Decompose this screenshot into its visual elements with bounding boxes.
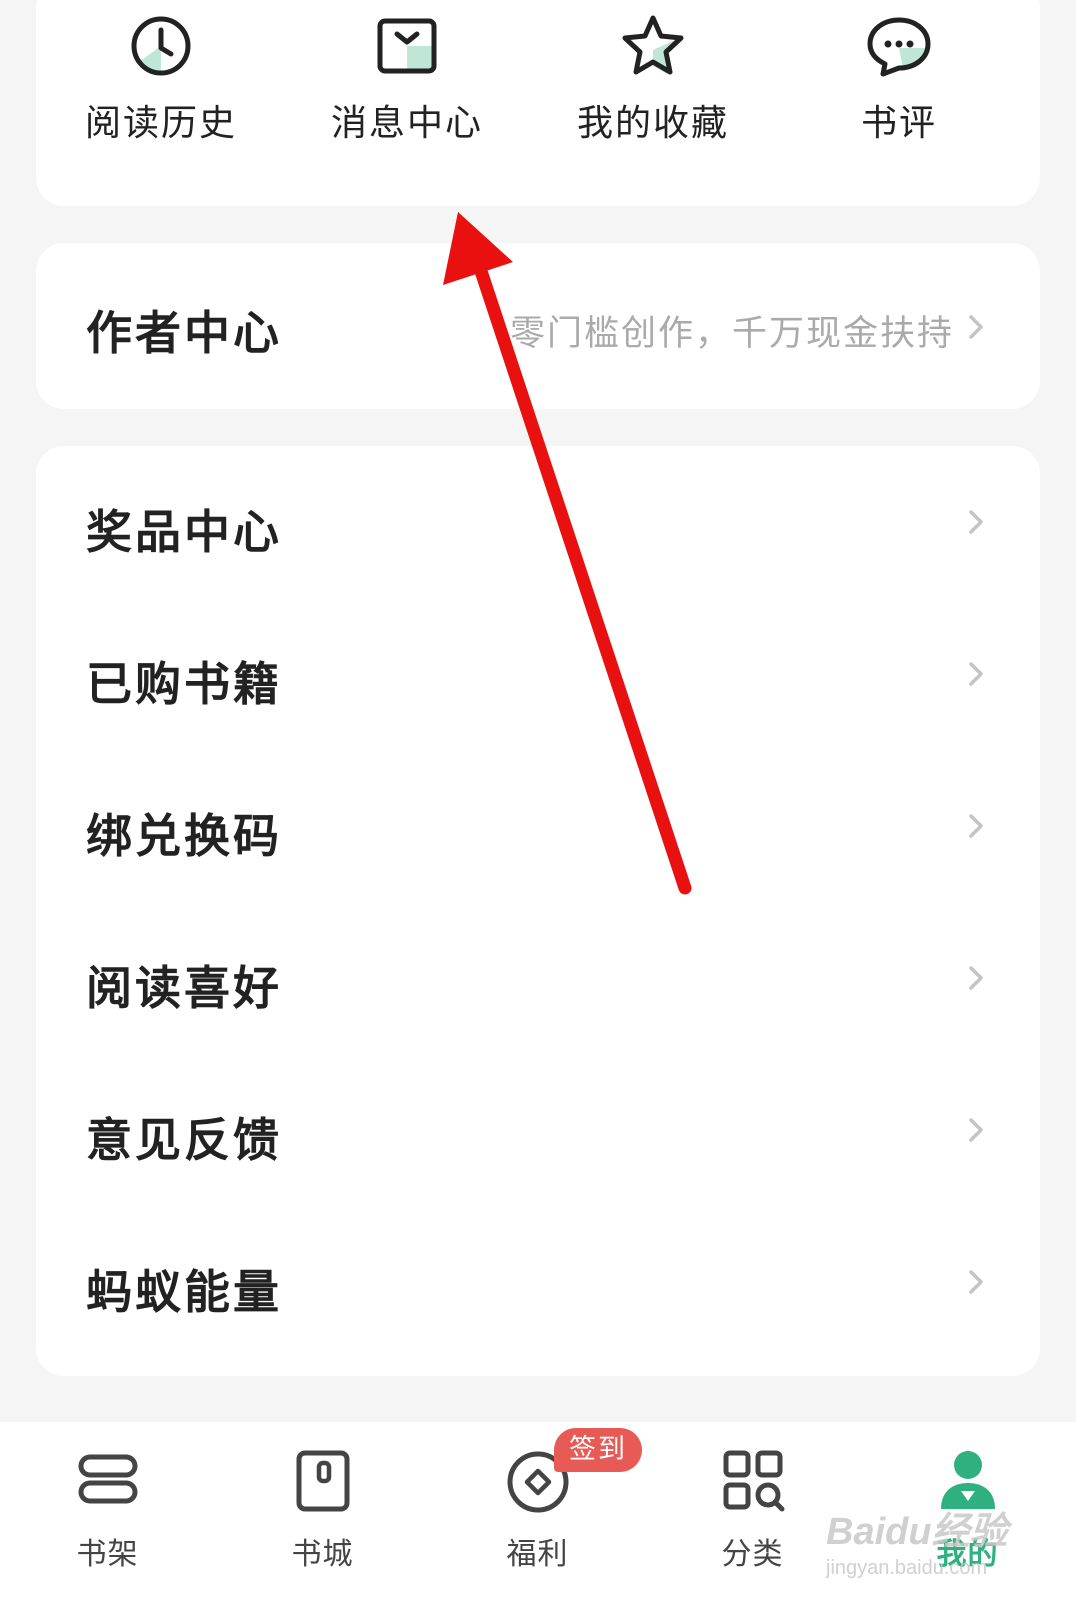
menu-card: 奖品中心 已购书籍 绑兑换码 阅读喜好 意见反馈 蚂蚁能量: [36, 446, 1040, 1376]
my-favorites-label: 我的收藏: [576, 103, 729, 144]
nav-label: 分类: [721, 1537, 784, 1572]
message-icon: [377, 18, 437, 74]
book-review-label: 书评: [860, 103, 937, 144]
chevron-right-icon: [969, 966, 983, 990]
menu-item-label: 奖品中心: [86, 505, 282, 559]
menu-item-feedback[interactable]: 意见反馈: [36, 1054, 1040, 1206]
nav-label: 书城: [291, 1537, 354, 1572]
chevron-right-icon: [969, 662, 983, 686]
nav-tab-bookshelf[interactable]: 书架: [0, 1442, 215, 1592]
nav-tab-bookstore[interactable]: 书城: [215, 1442, 430, 1592]
chevron-right-icon: [969, 510, 983, 534]
menu-item-label: 意见反馈: [86, 1113, 282, 1167]
star-icon: [622, 15, 684, 75]
nav-tab-category[interactable]: 分类: [645, 1442, 860, 1592]
message-center-label: 消息中心: [330, 103, 483, 144]
author-center-subtitle: 零门槛创作，千万现金扶持: [509, 314, 954, 354]
nav-label: 福利: [506, 1537, 569, 1572]
reading-history-button[interactable]: 阅读历史: [36, 0, 286, 200]
bookstore-icon: [296, 1450, 349, 1512]
nav-tab-profile[interactable]: 我的: [860, 1442, 1075, 1592]
reading-history-label: 阅读历史: [84, 103, 237, 144]
category-grid-icon: [723, 1450, 784, 1512]
menu-item-ant-energy[interactable]: 蚂蚁能量: [36, 1206, 1040, 1358]
nav-label: 书架: [76, 1537, 139, 1572]
clock-icon: [131, 16, 191, 76]
message-center-button[interactable]: 消息中心: [282, 0, 532, 200]
author-center-title: 作者中心: [86, 306, 282, 360]
menu-item-purchased-books[interactable]: 已购书籍: [36, 598, 1040, 750]
nav-label: 我的: [936, 1537, 999, 1572]
menu-item-label: 绑兑换码: [86, 809, 282, 863]
book-review-button[interactable]: 书评: [774, 0, 1024, 200]
profile-icon: [940, 1451, 995, 1509]
chevron-right-icon: [969, 1118, 983, 1142]
chevron-right-icon: [969, 814, 983, 838]
menu-item-label: 已购书籍: [86, 657, 282, 711]
menu-item-label: 蚂蚁能量: [86, 1265, 282, 1319]
my-favorites-button[interactable]: 我的收藏: [528, 0, 778, 200]
chevron-right-icon: [969, 1270, 983, 1294]
chevron-right-icon: [969, 315, 983, 339]
author-center-row[interactable]: 作者中心 零门槛创作，千万现金扶持: [36, 243, 1040, 409]
quick-access-card: 阅读历史 消息中心 我的收藏 书评: [36, 0, 1040, 206]
profile-page: 阅读历史 消息中心 我的收藏 书评 作者中心 零门槛创作，千万现金扶持 奖品中心…: [0, 0, 1076, 1600]
menu-item-redeem-code[interactable]: 绑兑换码: [36, 750, 1040, 902]
menu-item-label: 阅读喜好: [86, 961, 282, 1015]
bookshelf-icon: [78, 1454, 137, 1504]
menu-item-reading-preferences[interactable]: 阅读喜好: [36, 902, 1040, 1054]
menu-item-prize-center[interactable]: 奖品中心: [36, 446, 1040, 598]
bottom-nav: 书架 书城 福利 分类 我的: [0, 1422, 1076, 1600]
checkin-badge: 签到: [554, 1428, 642, 1472]
comment-icon: [867, 17, 931, 77]
